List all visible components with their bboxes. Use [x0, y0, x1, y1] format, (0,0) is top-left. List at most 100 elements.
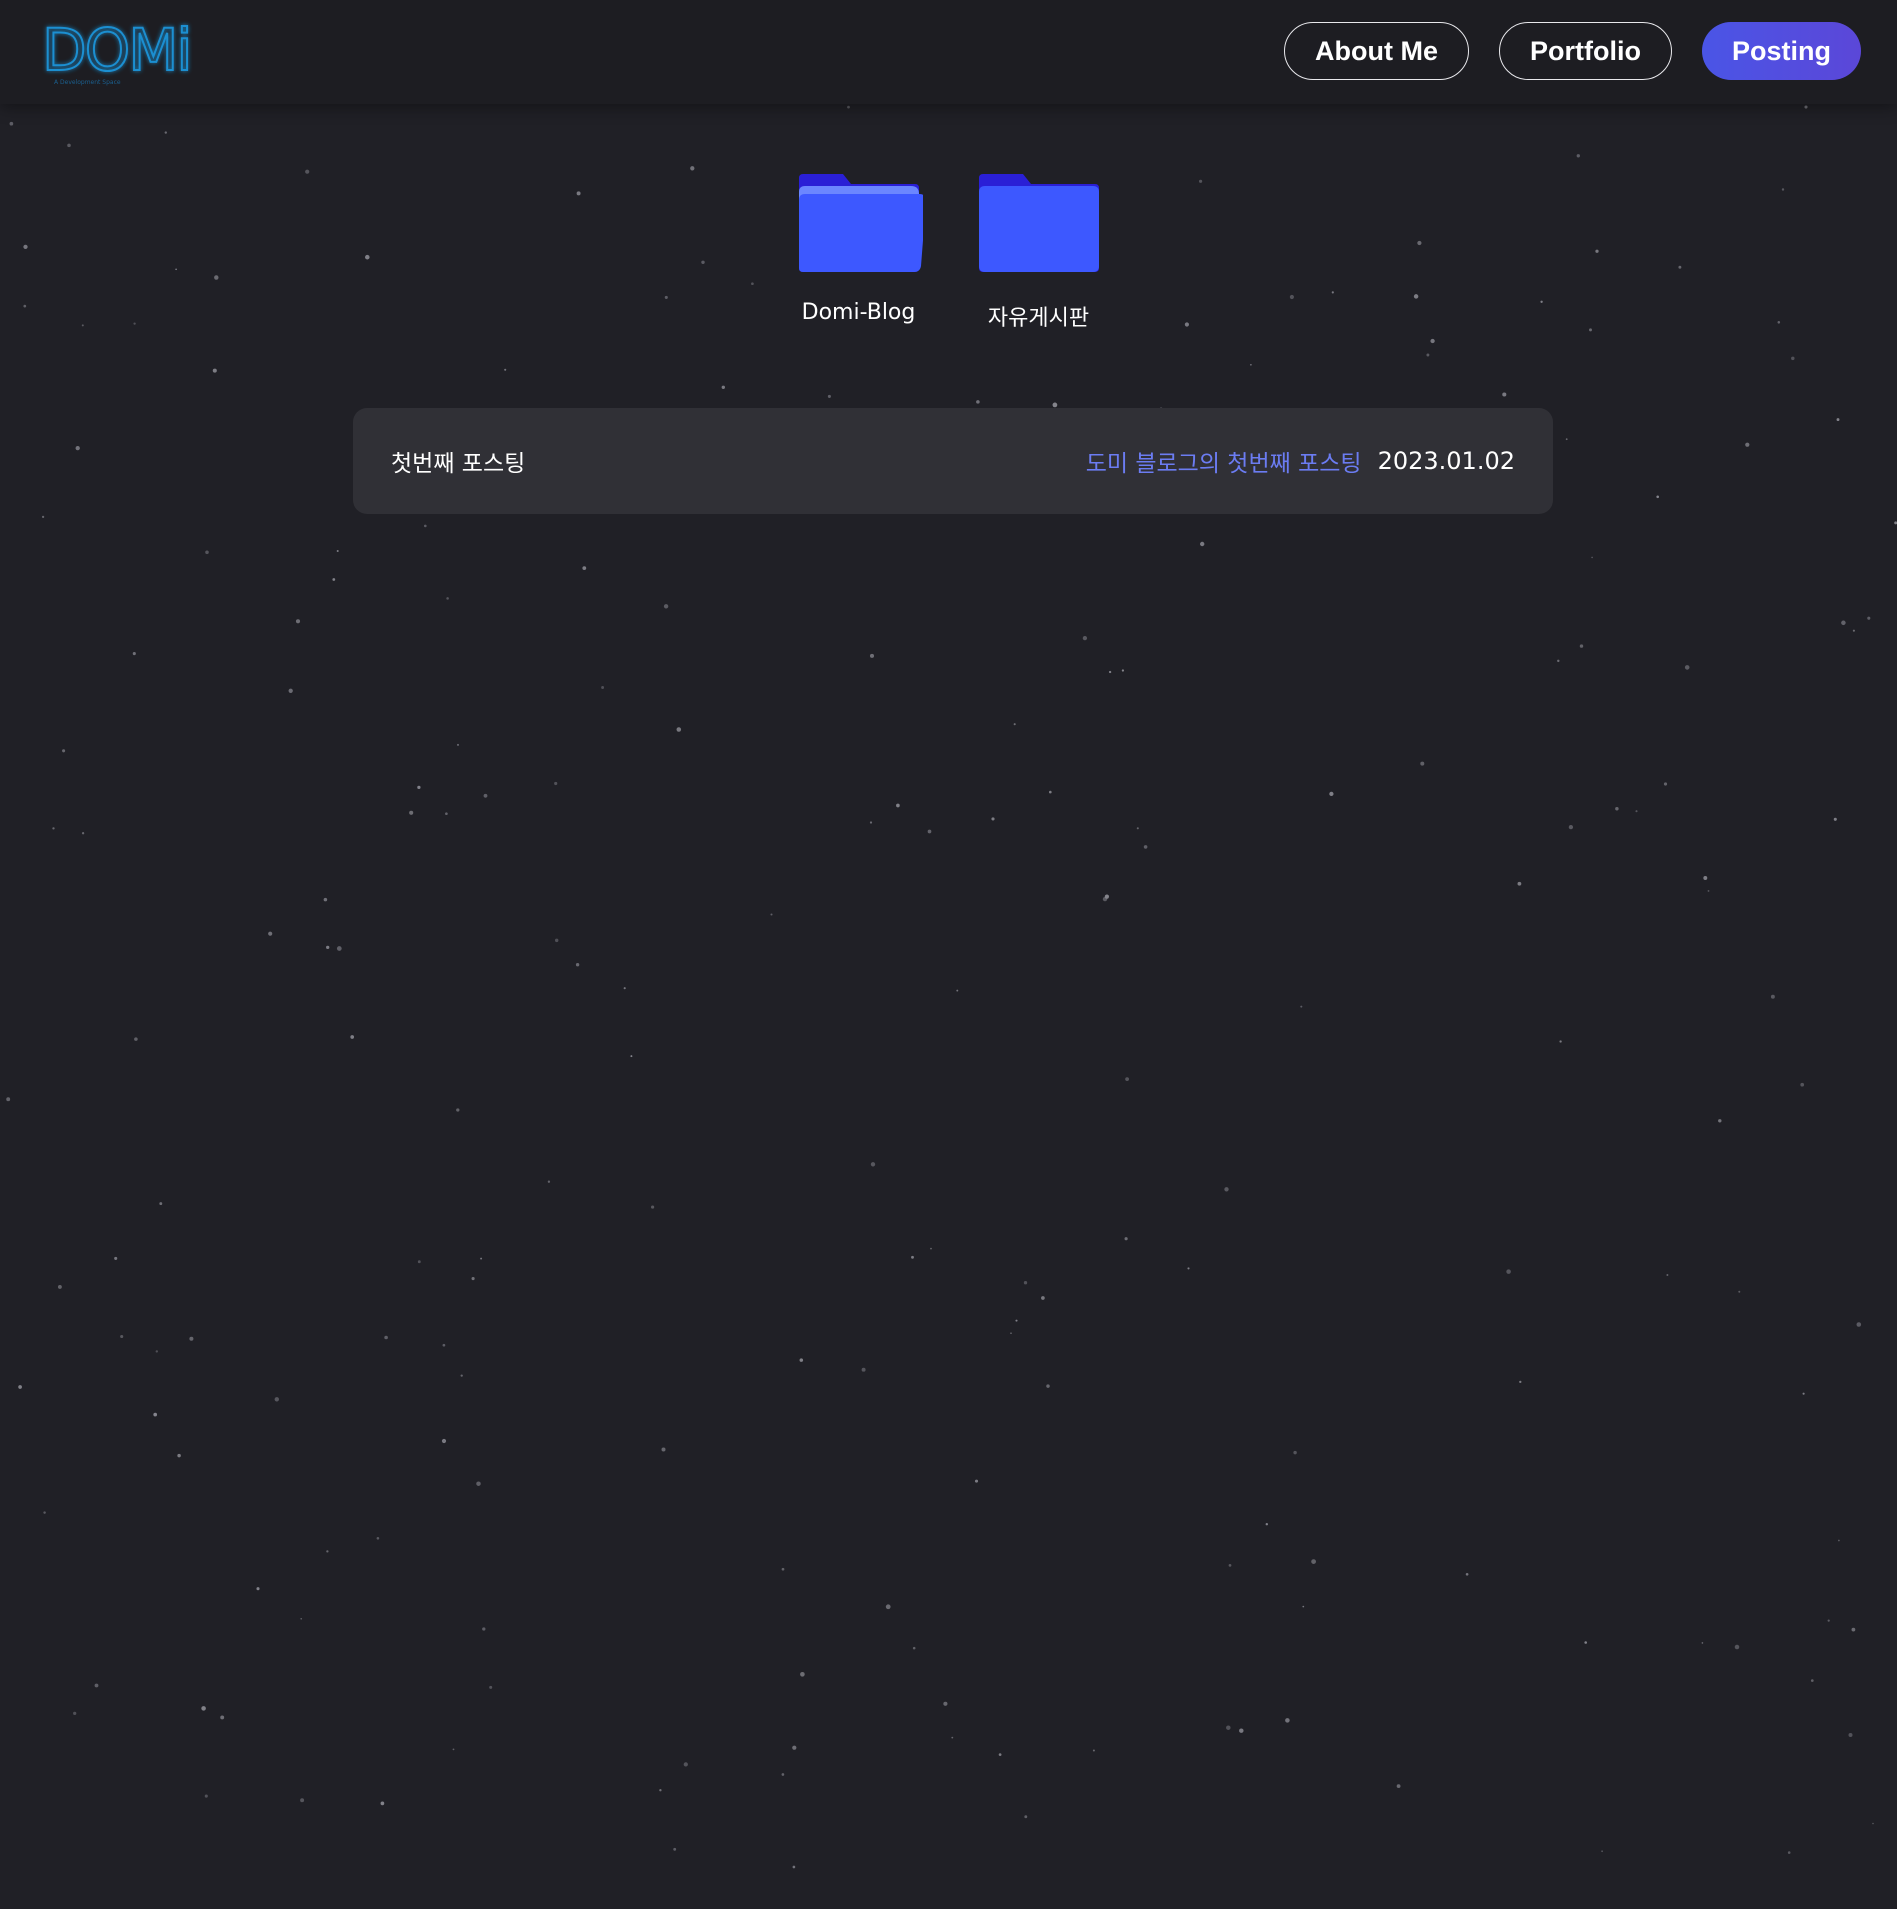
star-dot — [1841, 620, 1846, 626]
star-dot — [1557, 659, 1560, 663]
folder-free-board[interactable]: 자유게시판 — [975, 172, 1103, 332]
star-dot — [1228, 1564, 1232, 1567]
star-dot — [1226, 1725, 1231, 1730]
star-dot — [1559, 1040, 1562, 1043]
star-dot — [1576, 154, 1580, 158]
post-list-item[interactable]: 첫번째 포스팅 도미 블로그의 첫번째 포스팅 2023.01.02 — [353, 408, 1553, 514]
star-dot — [81, 832, 85, 835]
star-dot — [423, 524, 427, 528]
star-dot — [1517, 881, 1522, 886]
star-dot — [212, 368, 217, 373]
star-dot — [1565, 438, 1568, 441]
star-dot — [1851, 1627, 1856, 1632]
star-dot — [1872, 1822, 1874, 1825]
star-dot — [62, 749, 66, 753]
star-dot — [1718, 1119, 1722, 1123]
star-dot — [1615, 806, 1619, 811]
star-dot — [1311, 1559, 1316, 1564]
star-dot — [651, 1205, 655, 1209]
star-dot — [442, 1343, 446, 1347]
star-dot — [52, 827, 55, 830]
folder-list: Domi-Blog 자유게시판 — [0, 172, 1897, 332]
star-dot — [799, 1358, 804, 1362]
star-dot — [630, 1055, 633, 1058]
star-dot — [1663, 782, 1668, 786]
star-dot — [1848, 1732, 1853, 1738]
svg-text:DOMi: DOMi — [42, 16, 190, 84]
star-dot — [721, 385, 725, 389]
star-dot — [582, 566, 587, 570]
star-dot — [1302, 1605, 1305, 1608]
star-dot — [155, 1350, 159, 1353]
star-dot — [943, 1701, 948, 1706]
star-dot — [288, 688, 293, 693]
star-dot — [350, 1035, 355, 1039]
star-dot — [204, 1794, 208, 1798]
star-dot — [792, 1865, 796, 1869]
star-dot — [661, 1447, 666, 1452]
post-meta: 도미 블로그의 첫번째 포스팅 2023.01.02 — [1086, 444, 1515, 478]
site-logo[interactable]: DOMi A Development Space — [36, 14, 206, 94]
nav-posting-button[interactable]: Posting — [1702, 22, 1861, 80]
star-dot — [1791, 356, 1795, 361]
star-dot — [690, 166, 695, 171]
star-dot — [1701, 1642, 1704, 1644]
star-dot — [676, 727, 682, 732]
star-dot — [460, 1374, 463, 1377]
star-dot — [300, 1798, 305, 1803]
star-dot — [1579, 644, 1584, 648]
star-dot — [445, 812, 448, 816]
star-dot — [1124, 1237, 1128, 1241]
star-dot — [201, 1706, 206, 1711]
nav-portfolio-button[interactable]: Portfolio — [1499, 22, 1672, 80]
star-dot — [956, 989, 959, 992]
star-dot — [1082, 635, 1088, 641]
star-dot — [120, 1334, 124, 1339]
star-dot — [1125, 1077, 1129, 1081]
star-dot — [792, 1745, 797, 1750]
star-dot — [274, 1397, 279, 1402]
star-dot — [976, 400, 980, 404]
star-dot — [827, 394, 831, 398]
star-dot — [489, 1685, 493, 1689]
star-dot — [1745, 442, 1750, 447]
star-dot — [409, 810, 414, 815]
star-dot — [861, 1367, 866, 1372]
star-dot — [1703, 876, 1708, 880]
star-dot — [43, 1511, 46, 1514]
star-dot — [94, 1683, 99, 1688]
star-dot — [1049, 790, 1052, 794]
star-dot — [205, 550, 209, 555]
star-dot — [256, 1587, 260, 1591]
star-dot — [1502, 392, 1507, 397]
star-dot — [770, 913, 773, 916]
star-dot — [480, 1257, 483, 1260]
star-dot — [134, 1037, 138, 1041]
star-dot — [547, 1180, 551, 1183]
star-dot — [326, 1550, 329, 1553]
post-category-link[interactable]: 도미 블로그의 첫번째 포스팅 — [1086, 444, 1362, 478]
star-dot — [1121, 669, 1125, 672]
star-dot — [1102, 896, 1108, 902]
star-dot — [998, 1753, 1002, 1756]
star-dot — [153, 1412, 158, 1417]
star-dot — [1013, 723, 1016, 726]
star-dot — [441, 1438, 447, 1444]
star-dot — [1591, 556, 1593, 559]
star-dot — [1707, 889, 1710, 892]
star-dot — [927, 829, 932, 834]
star-dot — [1420, 761, 1425, 766]
nav-about-me-button[interactable]: About Me — [1284, 22, 1470, 80]
star-dot — [1293, 1450, 1297, 1455]
star-dot — [1200, 541, 1205, 547]
star-dot — [1519, 1380, 1522, 1384]
star-dot — [1787, 1851, 1791, 1854]
star-dot — [452, 1748, 455, 1751]
star-dot — [220, 1715, 225, 1720]
star-dot — [1852, 629, 1855, 632]
header: DOMi A Development Space About Me Portfo… — [0, 0, 1897, 104]
star-dot — [132, 652, 136, 656]
star-dot — [1430, 338, 1435, 344]
folder-domi-blog[interactable]: Domi-Blog — [795, 172, 923, 332]
star-dot — [376, 1537, 380, 1540]
